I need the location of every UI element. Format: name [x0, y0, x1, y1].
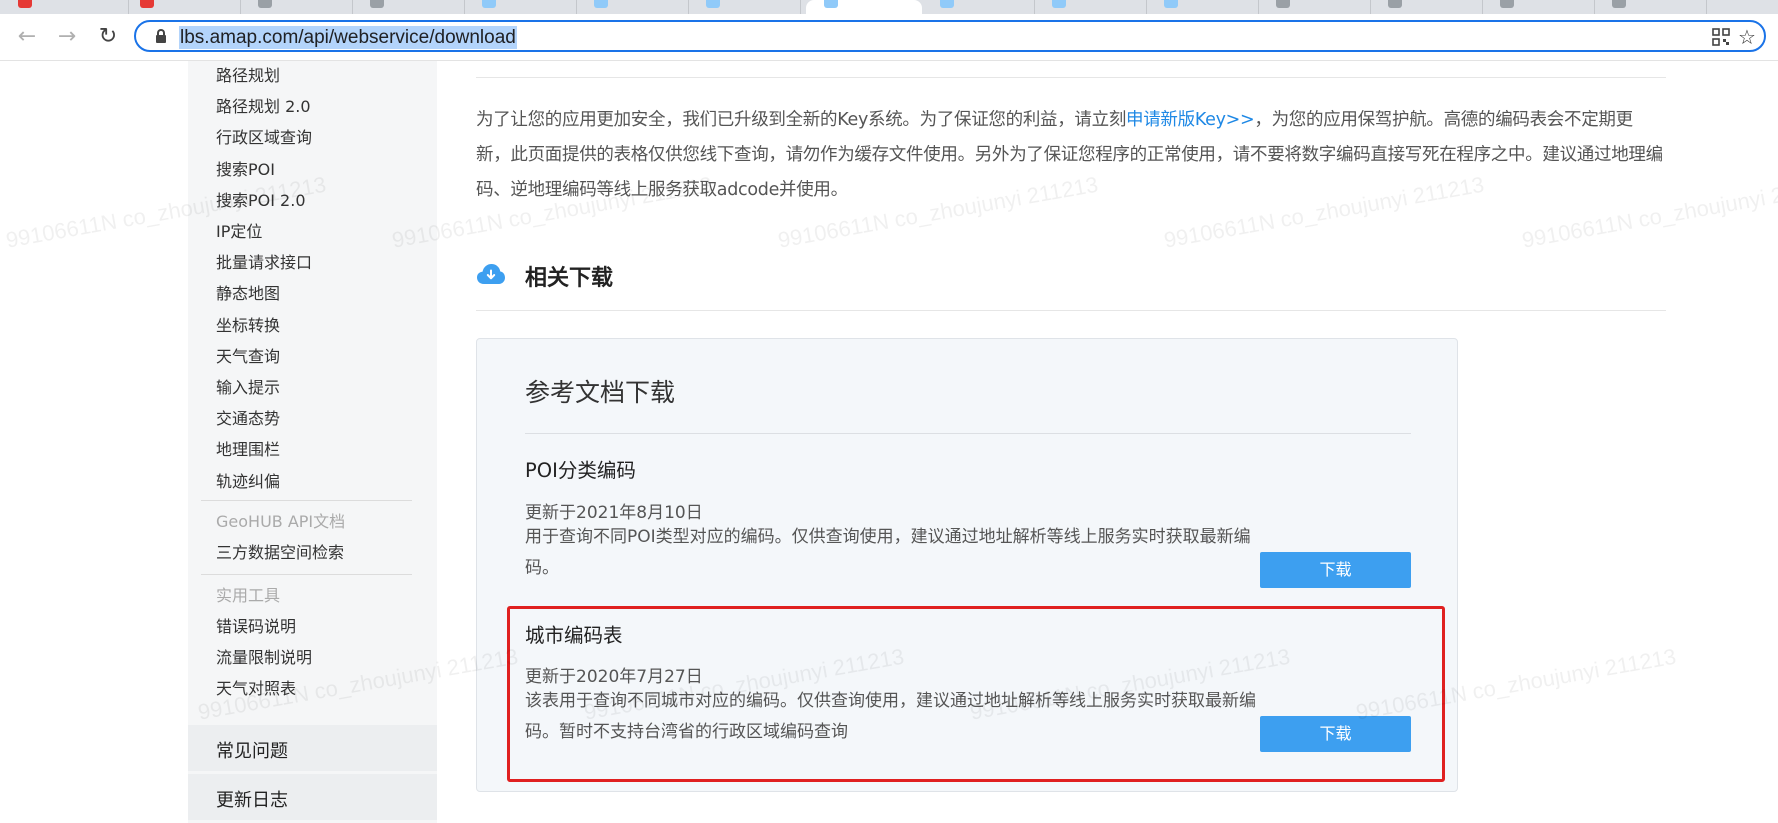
sidebar-item-input-tips[interactable]: 输入提示 [216, 378, 280, 398]
bookmark-star-icon[interactable]: ☆ [1734, 24, 1760, 50]
section-title-downloads: 相关下载 [525, 266, 614, 291]
browser-tab[interactable] [1482, 0, 1595, 14]
sidebar-divider [201, 574, 412, 575]
sidebar-item-weather-query[interactable]: 天气查询 [216, 347, 280, 367]
tab-strip [0, 0, 1778, 14]
url-text[interactable]: lbs.amap.com/api/webservice/download [179, 26, 517, 49]
sidebar-item-traffic-status[interactable]: 交通态势 [216, 409, 280, 429]
tab-favicon-icon [1276, 0, 1290, 8]
browser-tab[interactable] [1034, 0, 1147, 14]
sidebar: 路径规划路径规划 2.0 行政区域查询 搜索POI 搜索POI 2.0 IP定位批量请求… [188, 61, 437, 823]
sidebar-item-coordinate-convert[interactable]: 坐标转换 [216, 316, 280, 336]
tab-favicon-icon [1612, 0, 1626, 8]
tab-favicon-icon [824, 0, 838, 8]
sidebar-group-geohub: GeoHUB API文档 [216, 512, 346, 531]
tab-favicon-icon [706, 0, 720, 8]
sidebar-section-faq[interactable]: 常见问题 [188, 725, 437, 771]
sidebar-item-geofence[interactable]: 地理围栏 [216, 440, 280, 460]
panel-title: 参考文档下载 [525, 378, 676, 407]
sidebar-item-track-correction[interactable]: 轨迹纠偏 [216, 472, 280, 492]
browser-tab[interactable] [240, 0, 353, 14]
tab-favicon-icon [940, 0, 954, 8]
sidebar-item-poi-search[interactable]: 搜索POI [216, 160, 275, 180]
sidebar-item-weather-table[interactable]: 天气对照表 [216, 679, 296, 699]
intro-text: 为了让您的应用更加安全，我们已升级到全新的Key系统。为了保证您的利益，请立刻 [476, 110, 1127, 130]
section-divider [476, 310, 1666, 311]
sidebar-item-third-party-spatial-search[interactable]: 三方数据空间检索 [216, 543, 344, 563]
sidebar-item-error-codes[interactable]: 错误码说明 [216, 617, 296, 637]
lock-icon [156, 29, 166, 43]
top-divider [476, 77, 1666, 78]
cloud-download-icon [477, 264, 505, 284]
sidebar-section-changelog[interactable]: 更新日志 [188, 774, 437, 820]
browser-tab[interactable] [352, 0, 465, 14]
browser-tab[interactable] [1146, 0, 1259, 14]
browser-tab[interactable] [688, 0, 801, 14]
doc-updated-date: 更新于2021年8月10日 [525, 503, 703, 523]
tab-favicon-icon [1388, 0, 1402, 8]
forward-arrow-icon[interactable]: → [54, 24, 80, 50]
browser-tab[interactable] [922, 0, 1035, 14]
sidebar-item-district-query[interactable]: 行政区域查询 [216, 128, 312, 148]
tab-favicon-icon [594, 0, 608, 8]
browser-toolbar: ← → ↻ lbs.amap.com/api/webservice/downlo… [0, 14, 1778, 61]
tab-favicon-icon [140, 0, 154, 8]
sidebar-section-label: 更新日志 [216, 790, 288, 811]
browser-tab[interactable] [1594, 0, 1707, 14]
doc-description: 用于查询不同POI类型对应的编码。仅供查询使用，建议通过地址解析等线上服务实时获… [525, 527, 1251, 578]
apply-new-key-link[interactable]: 申请新版Key>> [1126, 110, 1255, 130]
sidebar-divider [201, 500, 412, 501]
browser-tab[interactable] [576, 0, 689, 14]
sidebar-item-static-map[interactable]: 静态地图 [216, 284, 280, 304]
tab-favicon-icon [370, 0, 384, 8]
browser-tab[interactable] [464, 0, 577, 14]
address-bar[interactable]: lbs.amap.com/api/webservice/download ☆ [134, 20, 1766, 52]
browser-tab[interactable] [128, 0, 241, 14]
back-arrow-icon[interactable]: ← [14, 24, 40, 50]
sidebar-item-ip-location[interactable]: IP定位 [216, 222, 262, 242]
sidebar-group-tools: 实用工具 [216, 586, 281, 605]
tab-favicon-icon [482, 0, 496, 8]
reload-icon[interactable]: ↻ [95, 24, 121, 50]
tab-favicon-icon [258, 0, 272, 8]
tab-favicon-icon [1500, 0, 1514, 8]
sidebar-item-rate-limits[interactable]: 流量限制说明 [216, 648, 312, 668]
annotation-highlight-box [507, 606, 1445, 782]
tab-favicon-icon [1052, 0, 1066, 8]
download-button-poi-codes[interactable]: 下载 [1260, 552, 1411, 588]
browser-tab[interactable] [0, 0, 129, 14]
sidebar-item-route-planning-2[interactable]: 路径规划 2.0 [216, 97, 311, 117]
qr-code-icon[interactable] [1708, 24, 1734, 50]
sidebar-item-batch-request[interactable]: 批量请求接口 [216, 253, 312, 273]
browser-tab[interactable] [1258, 0, 1371, 14]
intro-paragraph: 为了让您的应用更加安全，我们已升级到全新的Key系统。为了保证您的利益，请立刻申… [476, 103, 1666, 208]
browser-tab[interactable] [1370, 0, 1483, 14]
panel-divider [525, 433, 1411, 434]
tab-favicon-icon [1164, 0, 1178, 8]
browser-tab-active[interactable] [806, 0, 922, 14]
sidebar-section-label: 常见问题 [216, 741, 288, 762]
doc-name-poi-codes: POI分类编码 [525, 459, 636, 482]
sidebar-item-route-planning[interactable]: 路径规划 [216, 66, 280, 86]
tab-favicon-icon [18, 0, 32, 8]
sidebar-item-poi-search-2[interactable]: 搜索POI 2.0 [216, 191, 306, 211]
